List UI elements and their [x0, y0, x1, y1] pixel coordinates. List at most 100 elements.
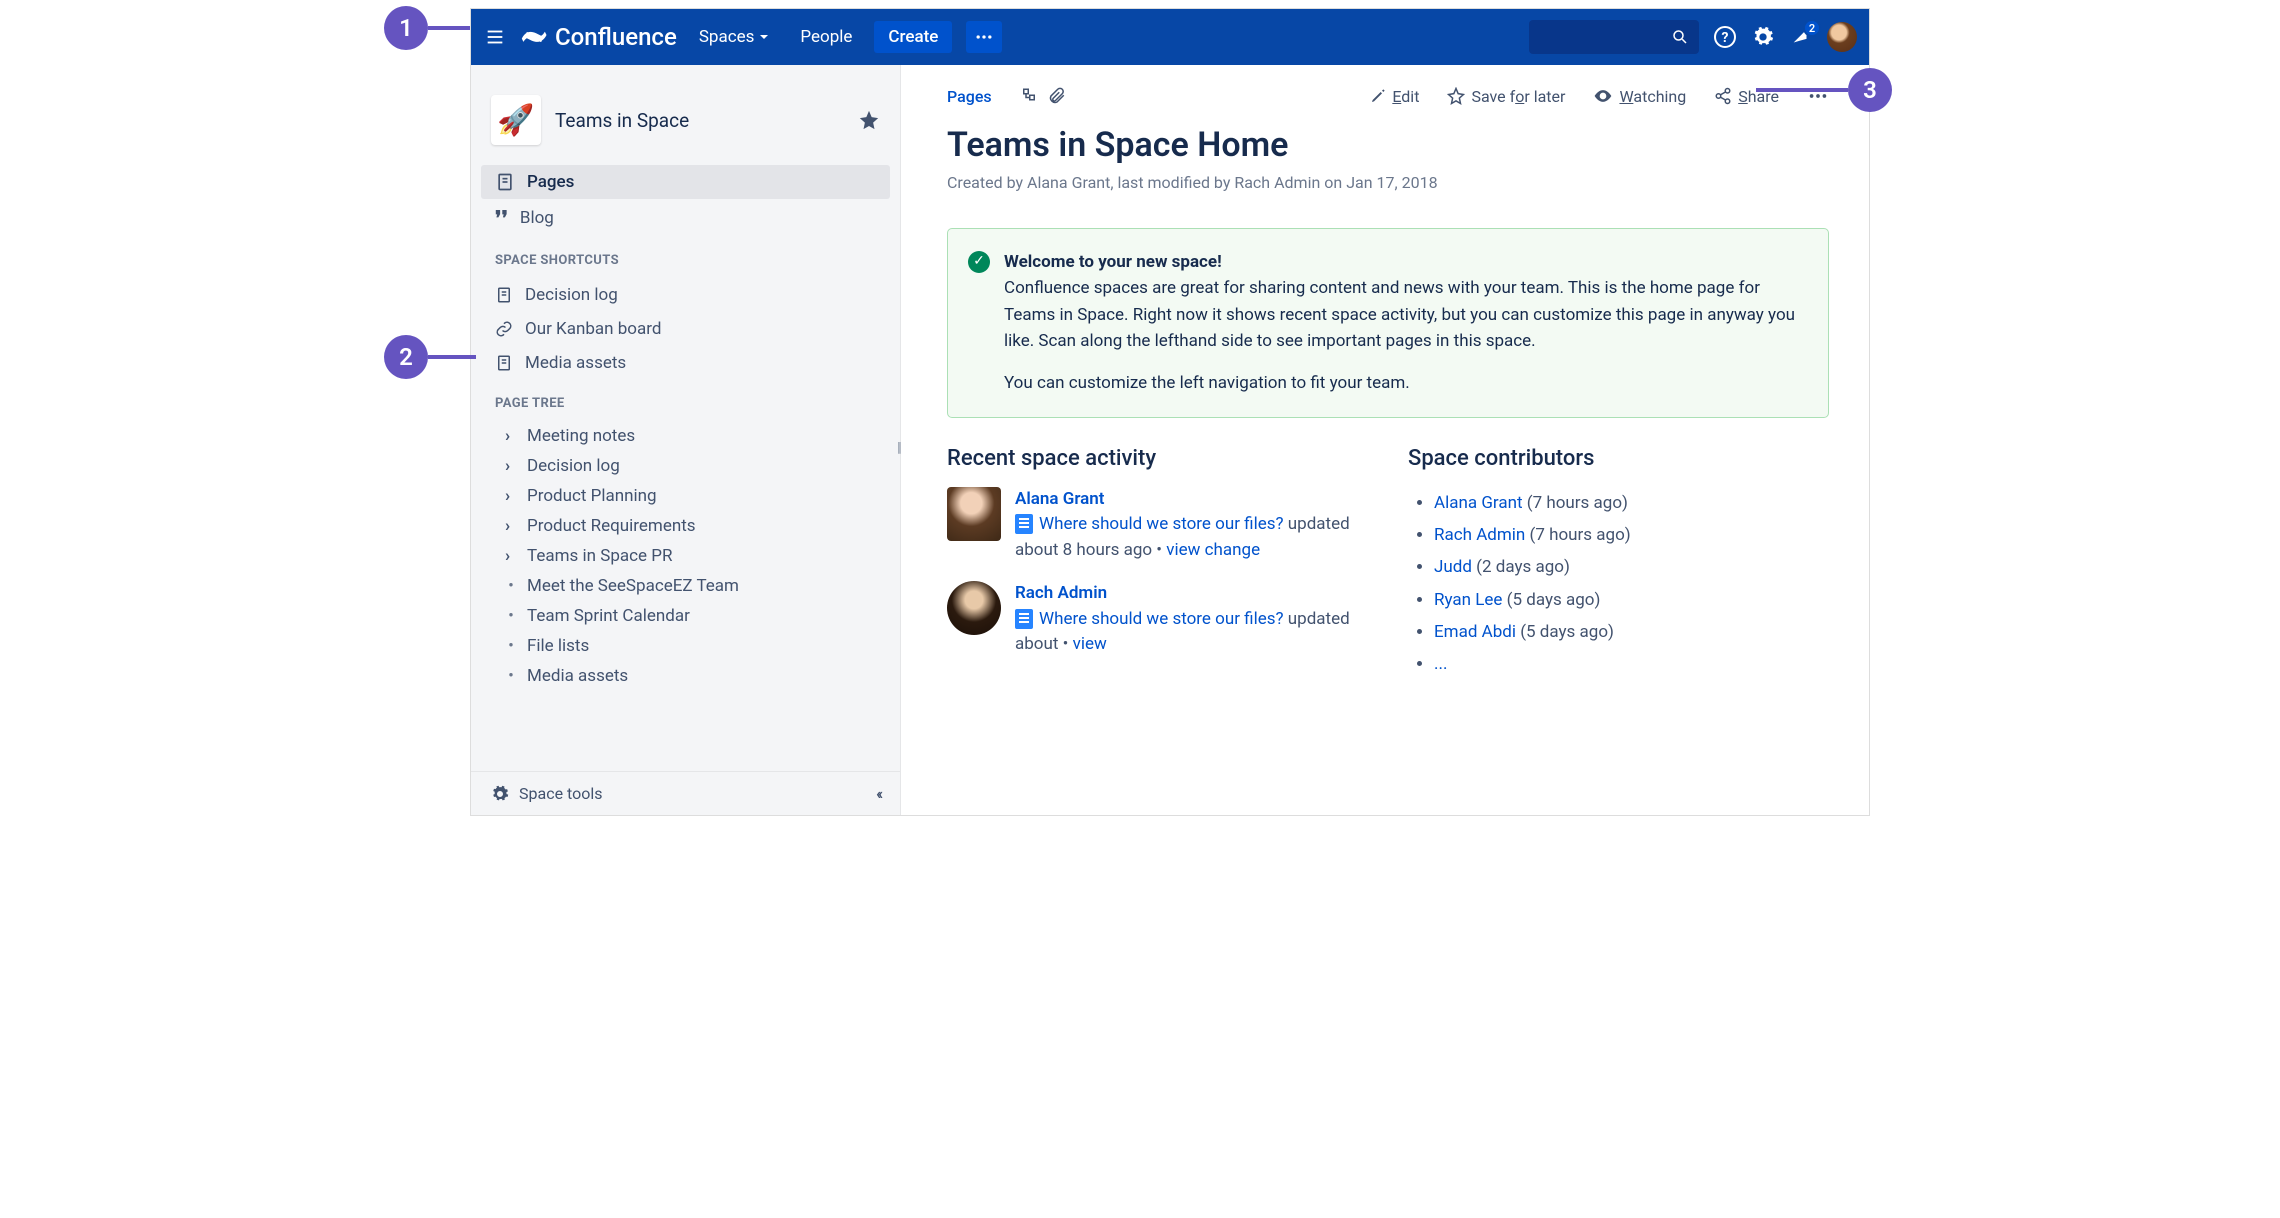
contributors-more[interactable]: ...: [1434, 654, 1447, 674]
activity-page-link[interactable]: Where should we store our files?: [1039, 609, 1284, 629]
activity-author[interactable]: Alana Grant: [1015, 489, 1105, 509]
shortcut-media-assets[interactable]: Media assets: [481, 346, 890, 380]
quote-icon: ❜❜: [495, 206, 508, 230]
shortcut-label: Decision log: [525, 285, 618, 305]
tree-label: Product Requirements: [527, 516, 696, 536]
sidebar-pages[interactable]: Pages: [481, 165, 890, 199]
hierarchy-icon[interactable]: [1020, 87, 1038, 105]
nav-spaces-label: Spaces: [699, 27, 755, 47]
chevron-right-icon[interactable]: ›: [505, 486, 517, 506]
bullet-icon: •: [505, 576, 517, 596]
shortcut-decision-log[interactable]: Decision log: [481, 278, 890, 312]
tree-item[interactable]: •File lists: [481, 631, 890, 661]
shortcuts-heading: SPACE SHORTCUTS: [471, 241, 900, 274]
contributors-heading: Space contributors: [1408, 446, 1829, 471]
space-logo[interactable]: 🚀: [491, 95, 541, 145]
shortcut-label: Our Kanban board: [525, 319, 661, 339]
sidebar-blog[interactable]: ❜❜ Blog: [481, 199, 890, 237]
chevron-right-icon[interactable]: ›: [505, 516, 517, 536]
tree-label: Product Planning: [527, 486, 657, 506]
view-change-link[interactable]: view change: [1166, 540, 1260, 560]
page-title: Teams in Space Home: [947, 125, 1829, 165]
bullet-icon: •: [505, 666, 517, 686]
space-name[interactable]: Teams in Space: [555, 109, 844, 132]
page-byline: Created by Alana Grant, last modified by…: [947, 173, 1829, 192]
chevron-right-icon[interactable]: ›: [505, 456, 517, 476]
save-for-later-button[interactable]: Save for later: [1447, 87, 1565, 106]
shortcuts-list: Decision log Our Kanban board Media asse…: [471, 274, 900, 384]
tree-item[interactable]: •Team Sprint Calendar: [481, 601, 890, 631]
contributor-ago: (5 days ago): [1507, 590, 1601, 610]
chevron-right-icon[interactable]: ›: [505, 426, 517, 446]
contributor-link[interactable]: Rach Admin: [1434, 525, 1525, 545]
global-header: Confluence Spaces People Create ? 2: [471, 9, 1869, 65]
create-button[interactable]: Create: [874, 21, 952, 53]
tree-item[interactable]: ›Decision log: [481, 451, 890, 481]
product-name: Confluence: [555, 23, 677, 51]
contributor-link[interactable]: Ryan Lee: [1434, 590, 1502, 610]
search-icon: [1671, 28, 1689, 46]
sidebar-splitter[interactable]: ||: [897, 440, 903, 458]
activity-page-link[interactable]: Where should we store our files?: [1039, 514, 1284, 534]
contributor-link[interactable]: Emad Abdi: [1434, 622, 1516, 642]
tree-label: Meet the SeeSpaceEZ Team: [527, 576, 739, 596]
space-tools[interactable]: Space tools ‹‹: [471, 771, 900, 815]
breadcrumb-pages[interactable]: Pages: [947, 87, 992, 106]
notifications-icon[interactable]: 2: [1789, 25, 1813, 49]
edit-button[interactable]: Edit: [1370, 87, 1419, 106]
contributor-link[interactable]: Alana Grant: [1434, 493, 1523, 513]
link-icon: [495, 320, 513, 338]
search-input[interactable]: [1529, 20, 1699, 54]
tree-label: File lists: [527, 636, 589, 656]
panel-text-1: Confluence spaces are great for sharing …: [1004, 278, 1795, 351]
help-icon[interactable]: ?: [1713, 25, 1737, 49]
tree-item[interactable]: • Meet the SeeSpaceEZ Team: [481, 571, 890, 601]
settings-icon[interactable]: [1751, 25, 1775, 49]
attachment-icon[interactable]: [1048, 87, 1066, 105]
activity-author[interactable]: Rach Admin: [1015, 583, 1107, 603]
tree-item[interactable]: ›Teams in Space PR: [481, 541, 890, 571]
gear-icon: [491, 785, 509, 803]
star-icon[interactable]: [858, 109, 880, 131]
chevron-right-icon[interactable]: ›: [505, 546, 517, 566]
shortcut-label: Media assets: [525, 353, 626, 373]
recent-activity-column: Recent space activity Alana Grant Where …: [947, 446, 1368, 681]
panel-text-2: You can customize the left navigation to…: [1004, 370, 1806, 396]
tree-item[interactable]: › Product Requirements: [481, 511, 890, 541]
tree-item[interactable]: •Media assets: [481, 661, 890, 691]
nav-people[interactable]: People: [792, 21, 860, 53]
user-avatar[interactable]: [947, 581, 1001, 635]
space-tools-label: Space tools: [519, 784, 603, 803]
shortcut-kanban[interactable]: Our Kanban board: [481, 312, 890, 346]
watching-button[interactable]: Watching: [1593, 86, 1686, 106]
contributor-ago: (2 days ago): [1476, 557, 1570, 577]
notification-badge: 2: [1803, 19, 1821, 37]
collapse-sidebar-icon[interactable]: ‹‹: [876, 784, 880, 803]
page-content: Pages Edit Save for later Watching: [901, 65, 1869, 815]
profile-avatar[interactable]: [1827, 22, 1857, 52]
activity-item: Alana Grant Where should we store our fi…: [947, 487, 1368, 564]
user-avatar[interactable]: [947, 487, 1001, 541]
annotation-1: 1: [384, 6, 428, 50]
contributor-ago: (7 hours ago): [1527, 493, 1628, 513]
app-window: Confluence Spaces People Create ? 2 |: [470, 8, 1870, 816]
create-more-button[interactable]: [966, 21, 1002, 53]
panel-heading: Welcome to your new space!: [1004, 252, 1222, 272]
recent-activity-heading: Recent space activity: [947, 446, 1368, 471]
space-header: 🚀 Teams in Space: [471, 85, 900, 161]
page-icon: [495, 354, 513, 372]
contributors-list: Alana Grant (7 hours ago) Rach Admin (7 …: [1408, 487, 1829, 681]
view-change-link[interactable]: view: [1073, 634, 1107, 654]
confluence-logo[interactable]: Confluence: [521, 23, 677, 51]
tree-item[interactable]: › Product Planning: [481, 481, 890, 511]
tree-item[interactable]: ›Meeting notes: [481, 421, 890, 451]
body: || 🚀 Teams in Space Pages ❜❜ Blog SPACE …: [471, 65, 1869, 815]
page-icon: [495, 172, 515, 192]
contributor-link[interactable]: Judd: [1434, 557, 1472, 577]
annotation-2-line: [428, 355, 476, 359]
sidebar-blog-label: Blog: [520, 208, 554, 228]
contributors-column: Space contributors Alana Grant (7 hours …: [1408, 446, 1829, 681]
nav-spaces[interactable]: Spaces: [691, 21, 779, 53]
app-switcher-icon[interactable]: [483, 25, 507, 49]
annotation-3: 3: [1848, 68, 1892, 112]
